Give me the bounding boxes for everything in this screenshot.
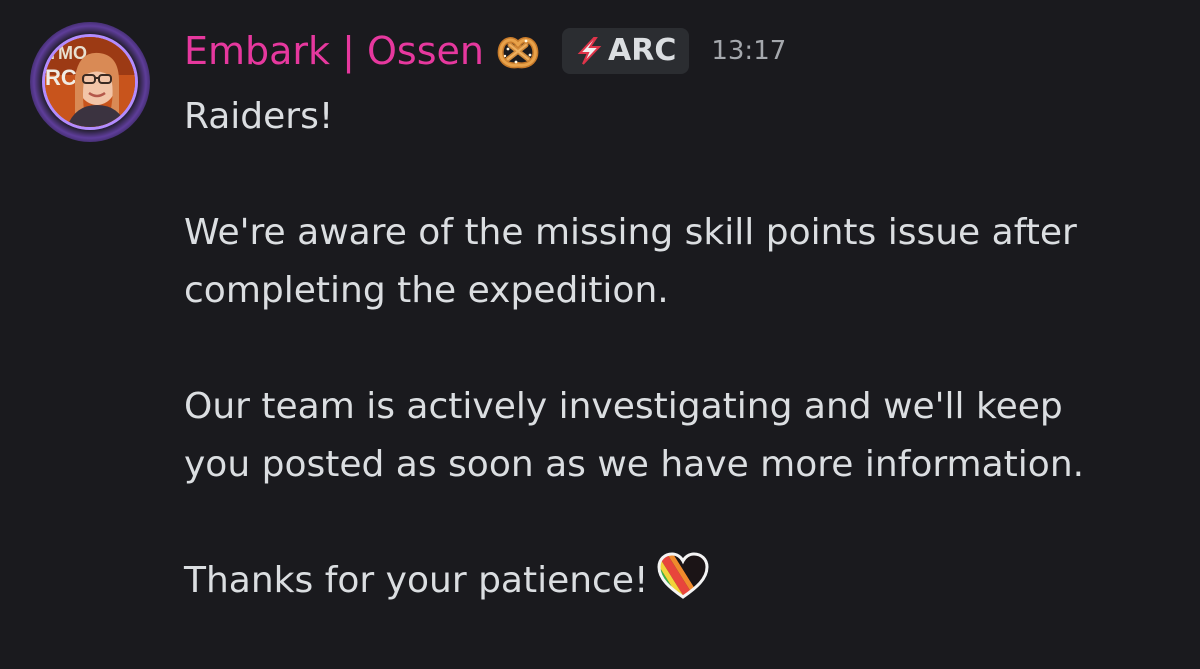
- lightning-bolt-icon: [577, 37, 602, 65]
- message-line: Raiders!: [184, 96, 334, 137]
- message-line-last: Thanks for your patience!: [184, 552, 1184, 610]
- svg-text:RC: RC: [45, 65, 77, 90]
- message-line: you posted as soon as we have more infor…: [184, 444, 1085, 485]
- message-line: Our team is actively investigating and w…: [184, 386, 1063, 427]
- timestamp[interactable]: 13:17: [711, 26, 786, 76]
- server-tag[interactable]: ARC: [562, 28, 690, 74]
- message-content: Raiders! We're aware of the missing skil…: [184, 88, 1184, 610]
- message-line: We're aware of the missing skill points …: [184, 212, 1077, 253]
- server-tag-label: ARC: [608, 33, 677, 68]
- svg-text:TMO: TMO: [47, 43, 87, 63]
- author-name[interactable]: Embark | Ossen: [184, 26, 484, 76]
- avatar[interactable]: TMO RC: [42, 34, 138, 130]
- message-text: Thanks for your patience!: [184, 560, 649, 601]
- pretzel-icon: [496, 29, 540, 73]
- message-line: completing the expedition.: [184, 270, 669, 311]
- avatar-decoration: TMO RC: [30, 22, 150, 142]
- message-header: Embark | Ossen ARC 13:17: [184, 26, 786, 76]
- chat-message: TMO RC Embark | Ossen ARC 13:17 Raiders!…: [0, 0, 1200, 669]
- rainbow-heart-icon: [656, 552, 710, 600]
